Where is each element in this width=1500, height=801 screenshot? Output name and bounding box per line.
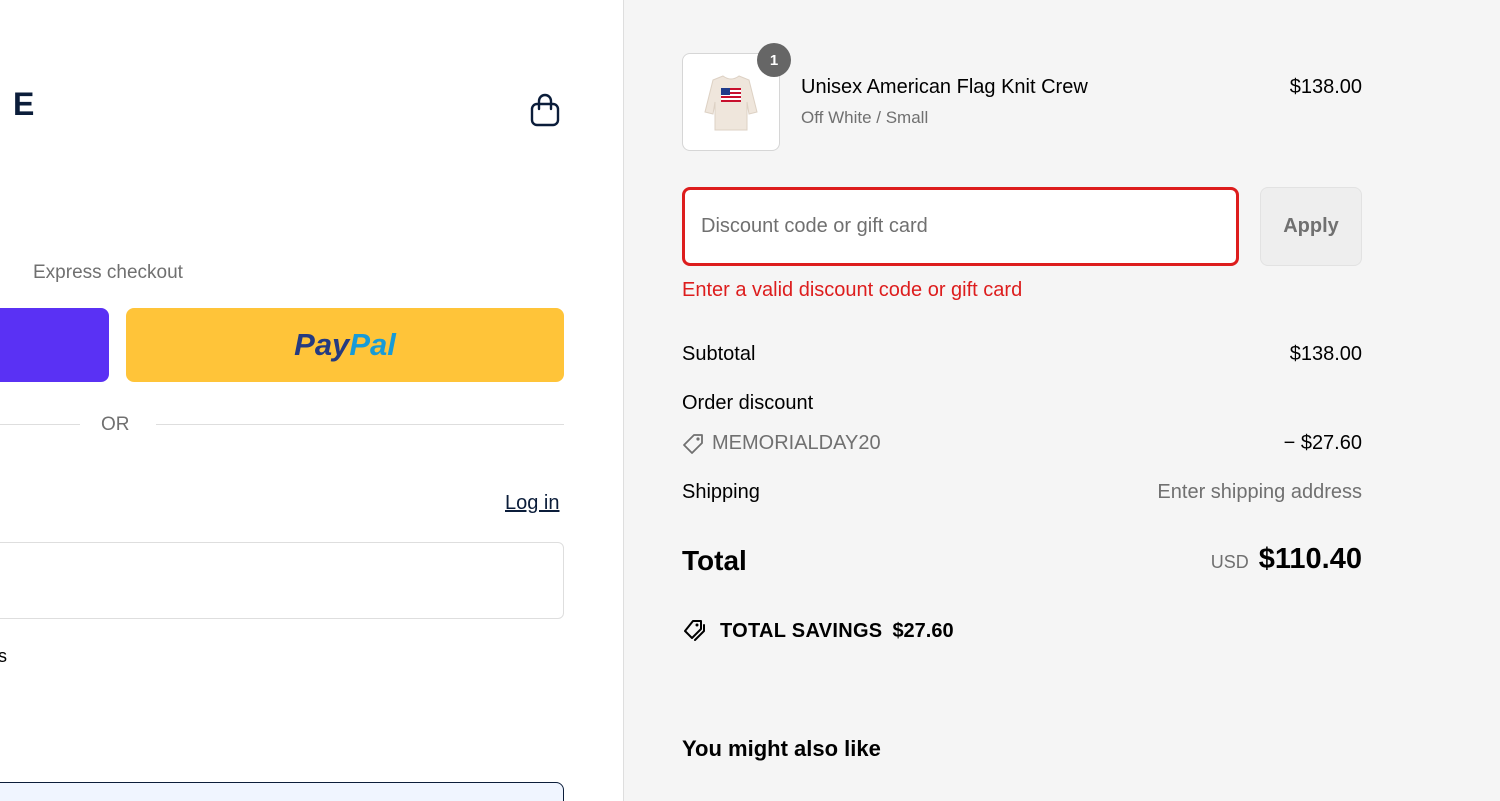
- login-link[interactable]: Log in: [505, 492, 560, 515]
- divider-right: [156, 424, 564, 425]
- paypal-button[interactable]: Pay Pal: [126, 308, 564, 382]
- checkout-page: E Express checkout Pay Pal OR Log in s 1…: [0, 0, 1500, 801]
- product-name: Unisex American Flag Knit Crew: [801, 76, 1088, 98]
- divider-left: [0, 424, 80, 425]
- savings-tags-icon: [684, 620, 705, 641]
- delivery-option-box[interactable]: [0, 782, 564, 801]
- paypal-logo-pal: Pal: [349, 327, 396, 362]
- recommendations-title: You might also like: [682, 736, 881, 761]
- quantity-badge: 1: [757, 43, 791, 77]
- store-logo[interactable]: E: [13, 86, 35, 123]
- total-price: USD $110.40: [1211, 543, 1362, 576]
- subtotal-label: Subtotal: [682, 343, 756, 365]
- subtotal-value: $138.00: [1289, 343, 1362, 365]
- total-amount: $110.40: [1258, 543, 1362, 575]
- discount-code-input[interactable]: [682, 187, 1239, 266]
- discount-error-message: Enter a valid discount code or gift card: [682, 279, 1023, 301]
- total-savings-amount: $27.60: [892, 619, 954, 642]
- product-variant: Off White / Small: [801, 108, 929, 127]
- shopping-bag-icon[interactable]: [528, 92, 562, 128]
- shipping-label: Shipping: [682, 481, 760, 503]
- applied-discount-code: MEMORIALDAY20: [682, 432, 881, 455]
- tag-icon: [683, 433, 703, 454]
- checkout-form-column: E Express checkout Pay Pal OR Log in s: [0, 0, 623, 801]
- shop-pay-button[interactable]: [0, 308, 109, 382]
- shipping-value: Enter shipping address: [1157, 481, 1362, 503]
- order-discount-label: Order discount: [682, 392, 814, 414]
- newsletter-option-label: s: [0, 646, 7, 666]
- product-price: $138.00: [1289, 76, 1362, 98]
- currency-code: USD: [1210, 552, 1249, 572]
- express-checkout-label: Express checkout: [33, 262, 183, 283]
- apply-discount-button[interactable]: Apply: [1260, 187, 1362, 266]
- total-label: Total: [682, 545, 747, 576]
- email-field[interactable]: [0, 542, 564, 619]
- total-savings: TOTAL SAVINGS $27.60: [682, 619, 954, 643]
- total-savings-label: TOTAL SAVINGS: [720, 619, 883, 642]
- discount-code-text: MEMORIALDAY20: [712, 432, 881, 454]
- paypal-logo-pay: Pay: [294, 327, 350, 362]
- or-divider-text: OR: [101, 414, 130, 435]
- discount-amount: − $27.60: [1283, 432, 1362, 454]
